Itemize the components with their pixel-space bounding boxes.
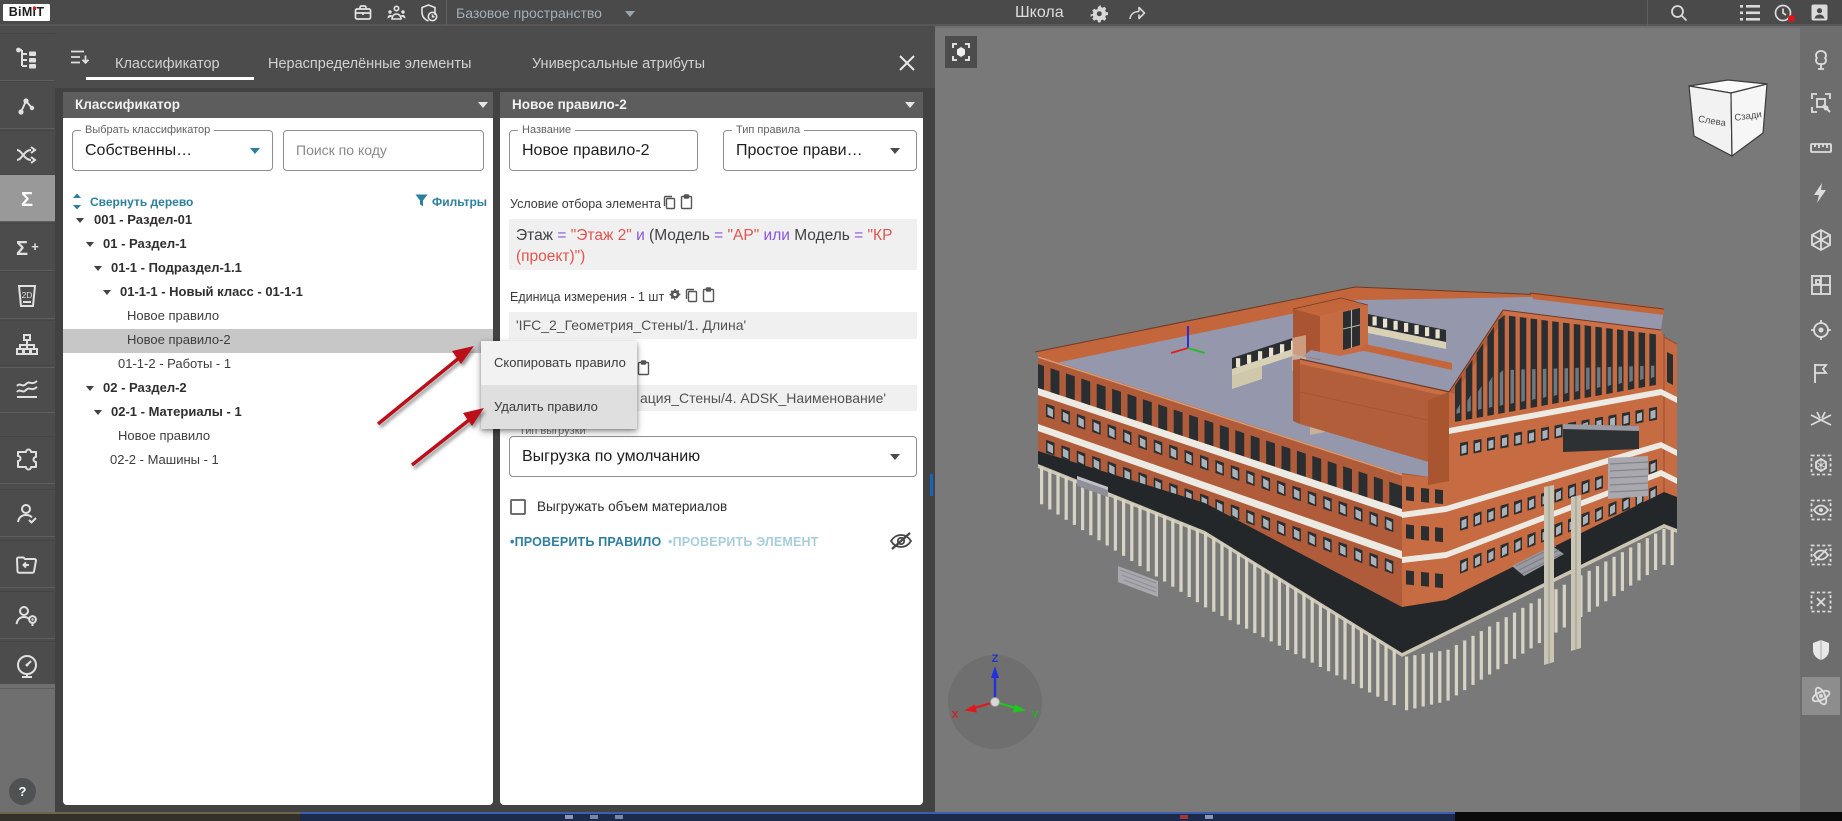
svg-text:Z: Z bbox=[992, 653, 999, 665]
svg-text:+: + bbox=[31, 239, 39, 254]
svg-text:Y: Y bbox=[1031, 709, 1038, 721]
svg-text:Σ: Σ bbox=[21, 189, 33, 211]
svg-text:2D: 2D bbox=[22, 290, 33, 300]
svg-text:X: X bbox=[951, 709, 958, 721]
svg-text:Σ: Σ bbox=[16, 238, 28, 260]
